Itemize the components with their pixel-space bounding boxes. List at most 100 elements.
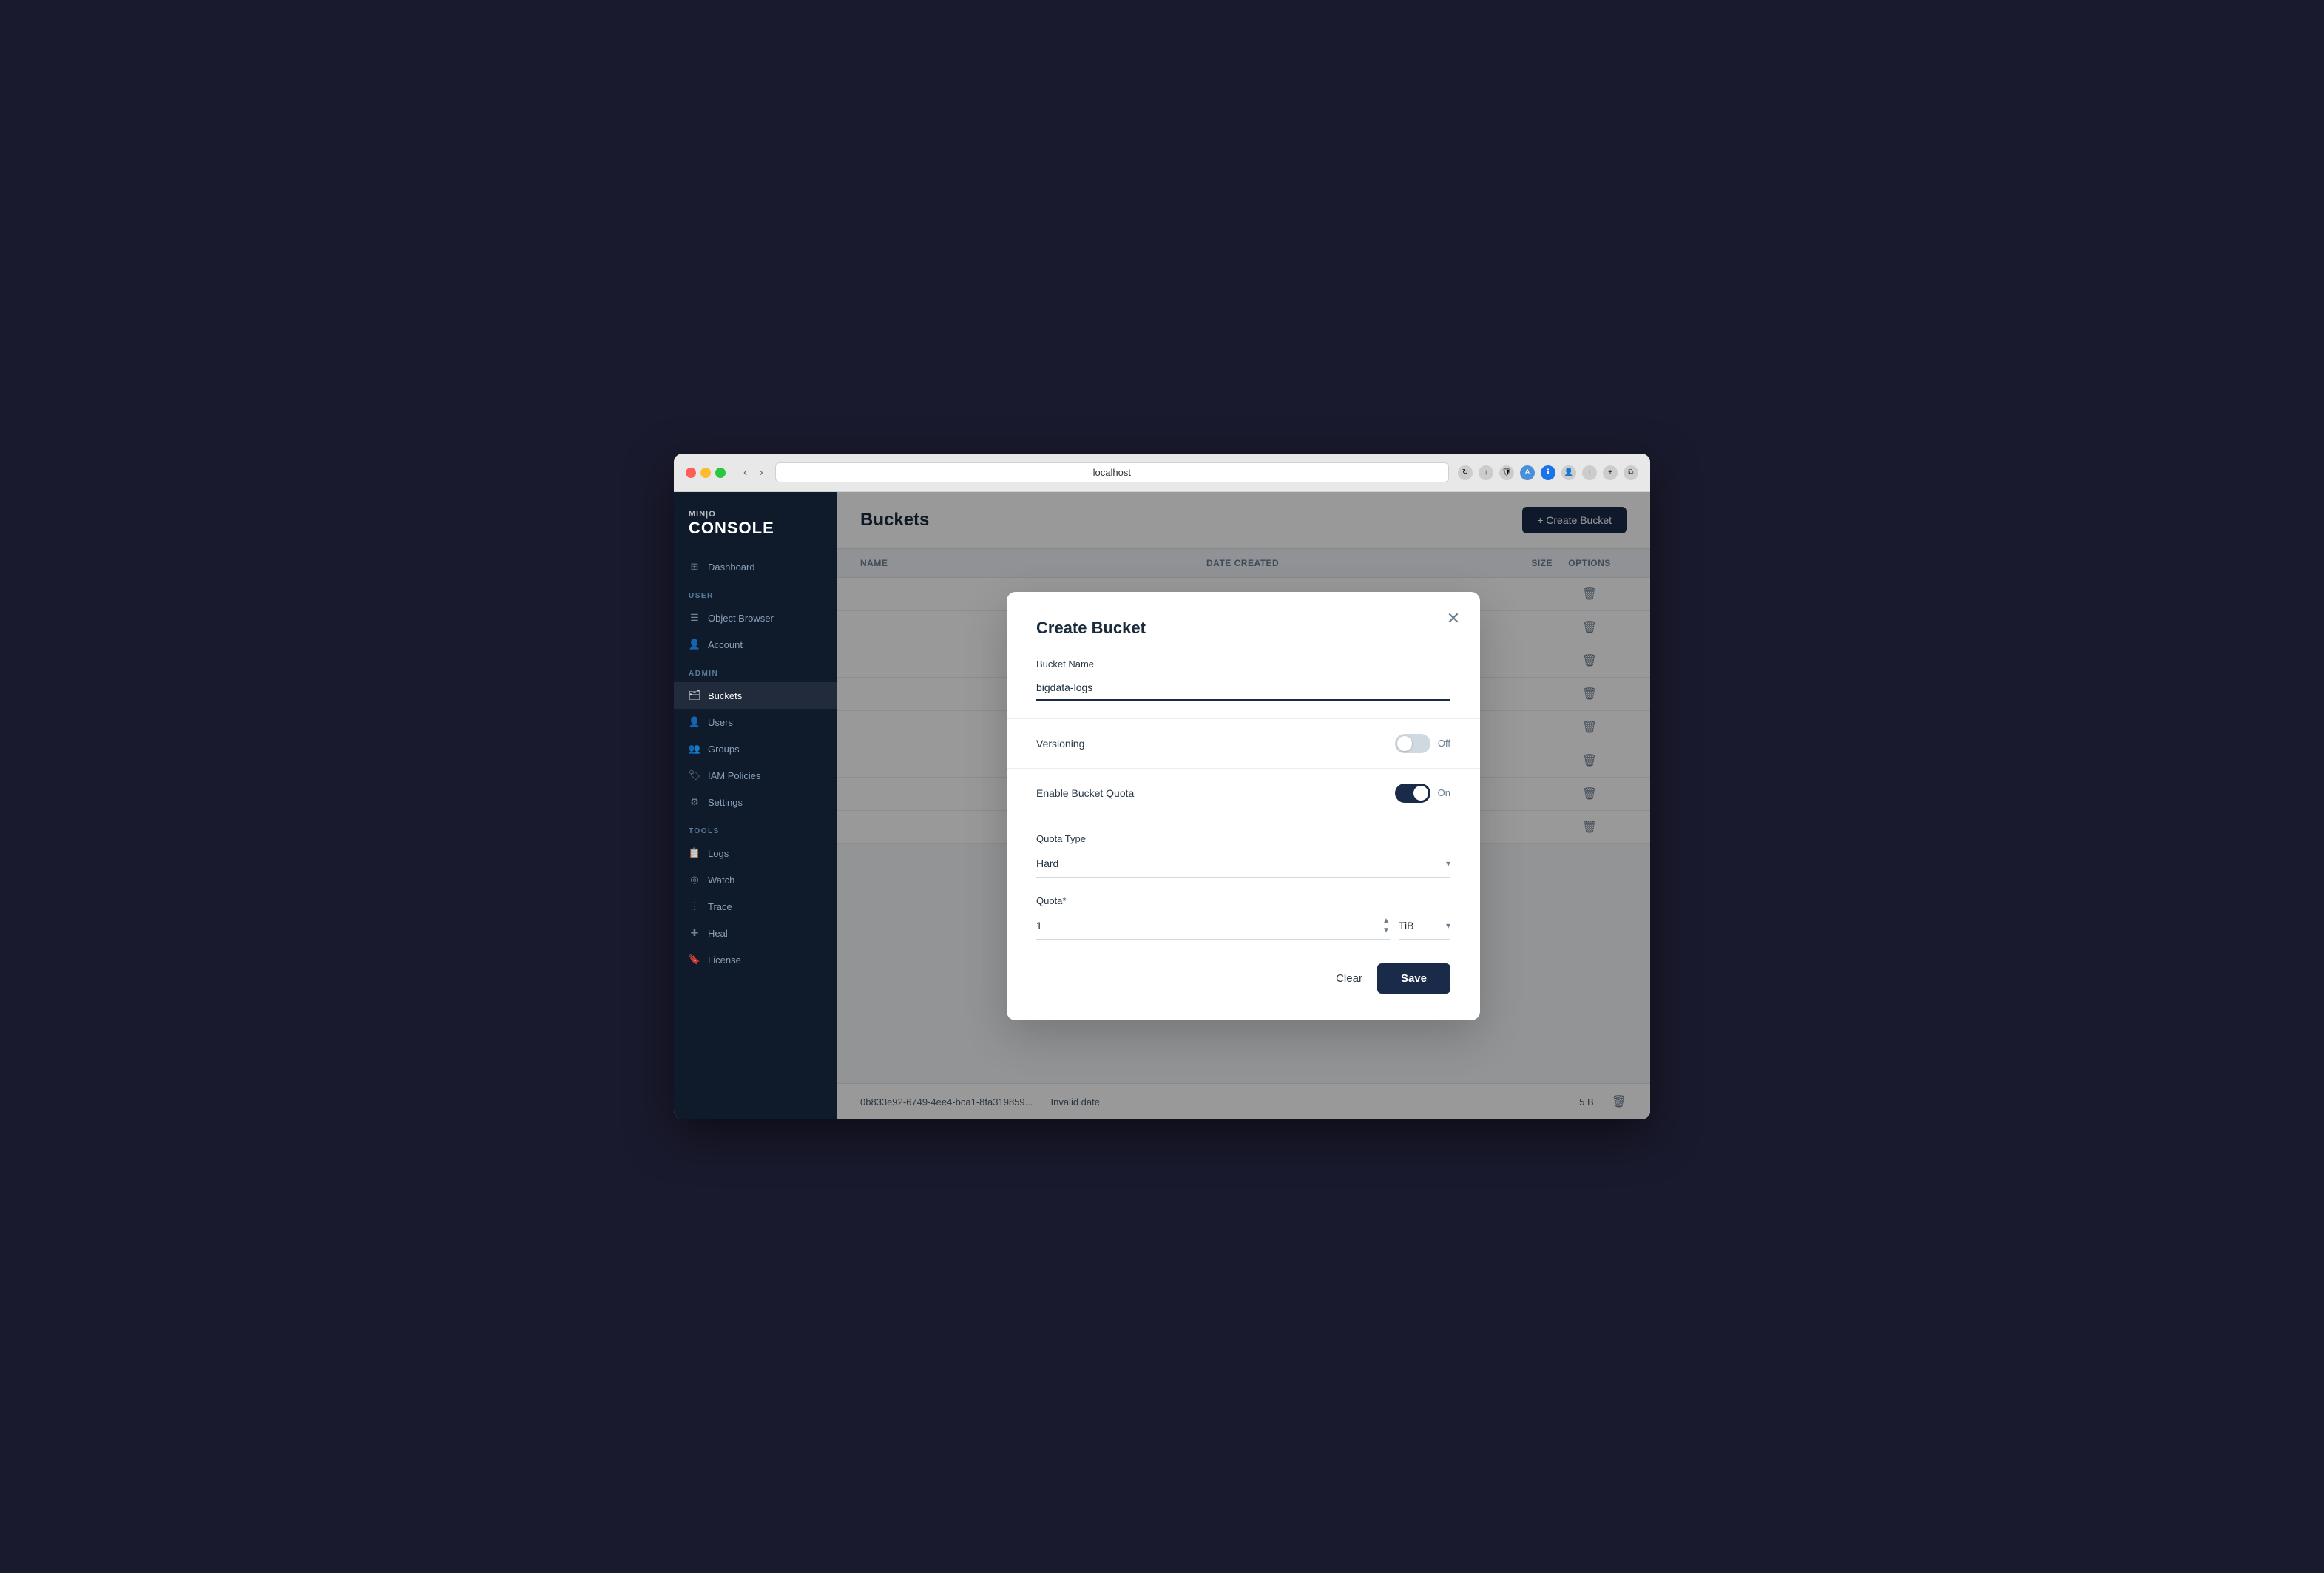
bucket-name-label: Bucket Name [1036,658,1450,670]
enable-quota-toggle-right: On [1395,784,1450,803]
sidebar-item-label: Dashboard [708,562,755,573]
address-text: localhost [1093,467,1131,478]
quota-input-wrapper: ▲ ▼ [1036,912,1390,940]
quota-row: ▲ ▼ TiB GiB MiB KiB [1036,912,1450,940]
users-icon: 👤 [689,716,700,728]
user-icon[interactable]: 👤 [1561,465,1576,480]
minimize-traffic-light[interactable] [700,468,711,478]
sidebar-item-account[interactable]: 👤 Account [674,631,837,658]
heal-icon: ✚ [689,927,700,939]
bucket-name-section: Bucket Name [1036,658,1450,701]
browser-icons: ↻ ↓ 🛡 A ℹ 👤 ↑ + ⧉ [1458,465,1638,480]
sidebar-item-buckets[interactable]: 🗂 Buckets [674,682,837,709]
modal-actions: Clear Save [1036,963,1450,994]
profile-icon[interactable]: A [1520,465,1535,480]
sidebar-item-label: Logs [708,848,729,859]
clear-button[interactable]: Clear [1336,972,1362,985]
section-label-tools: TOOLS [674,815,837,840]
watch-icon: ◎ [689,874,700,886]
enable-quota-label: Enable Bucket Quota [1036,787,1134,799]
versioning-toggle-knob [1397,736,1412,751]
logs-icon: 📋 [689,847,700,859]
tabs-icon[interactable]: ⧉ [1624,465,1638,480]
enable-quota-toggle[interactable] [1395,784,1430,803]
new-tab-icon[interactable]: + [1603,465,1618,480]
quota-input[interactable] [1036,912,1390,940]
account-icon: 👤 [689,639,700,650]
create-bucket-modal: ✕ Create Bucket Bucket Name Versioning [1007,592,1480,1020]
sidebar-item-label: Trace [708,901,732,912]
shield-icon[interactable]: 🛡 [1499,465,1514,480]
enable-quota-row: Enable Bucket Quota On [1036,769,1450,818]
enable-quota-toggle-knob [1413,786,1428,801]
sidebar-item-settings[interactable]: ⚙ Settings [674,789,837,815]
versioning-label: Versioning [1036,738,1084,750]
modal-close-button[interactable]: ✕ [1442,607,1465,630]
quota-section: Quota* ▲ ▼ TiB [1036,895,1450,940]
sidebar-item-label: Buckets [708,690,742,701]
address-bar[interactable]: localhost [775,462,1449,482]
sidebar-item-label: Object Browser [708,613,774,624]
sidebar-item-label: Watch [708,875,734,886]
logo-area: MIN|O CONSOLE [674,492,837,553]
buckets-icon: 🗂 [689,690,700,701]
sidebar-item-object-browser[interactable]: ☰ Object Browser [674,604,837,631]
share-icon[interactable]: ↑ [1582,465,1597,480]
sidebar-item-groups[interactable]: 👥 Groups [674,735,837,762]
save-button[interactable]: Save [1377,963,1450,994]
logo-large: CONSOLE [689,519,822,538]
sidebar-item-label: Heal [708,928,728,939]
quota-type-select[interactable]: Hard Fifo [1036,850,1450,878]
enable-quota-status: On [1438,787,1450,798]
sidebar-item-users[interactable]: 👤 Users [674,709,837,735]
iam-icon: 🏷 [689,769,700,781]
info-icon[interactable]: ℹ [1541,465,1555,480]
versioning-row: Versioning Off [1036,719,1450,768]
sidebar-item-license[interactable]: 🔖 License [674,946,837,973]
close-icon: ✕ [1447,609,1460,628]
logo-small: MIN|O [689,510,822,519]
trace-icon: ⋮ [689,900,700,912]
sidebar-item-label: Users [708,717,733,728]
groups-icon: 👥 [689,743,700,755]
sidebar-item-heal[interactable]: ✚ Heal [674,920,837,946]
quota-label: Quota* [1036,895,1450,906]
maximize-traffic-light[interactable] [715,468,726,478]
back-button[interactable]: ‹ [740,465,750,481]
quota-stepper-icon[interactable]: ▲ ▼ [1382,917,1390,934]
quota-type-select-wrapper: Hard Fifo ▾ [1036,850,1450,878]
browser-window: ‹ › localhost ↻ ↓ 🛡 A ℹ 👤 ↑ + ⧉ MIN|O CO… [674,454,1650,1119]
browser-nav: ‹ › [740,465,766,481]
sidebar-item-logs[interactable]: 📋 Logs [674,840,837,866]
app-layout: MIN|O CONSOLE ⊞ Dashboard USER ☰ Object … [674,492,1650,1119]
reload-icon[interactable]: ↻ [1458,465,1473,480]
versioning-toggle-right: Off [1395,734,1450,753]
quota-unit-select[interactable]: TiB GiB MiB KiB [1399,912,1450,940]
sidebar-item-dashboard[interactable]: ⊞ Dashboard [674,553,837,580]
object-browser-icon: ☰ [689,612,700,624]
quota-unit-wrapper: TiB GiB MiB KiB ▾ [1399,912,1450,940]
sidebar: MIN|O CONSOLE ⊞ Dashboard USER ☰ Object … [674,492,837,1119]
versioning-toggle[interactable] [1395,734,1430,753]
settings-icon: ⚙ [689,796,700,808]
sidebar-item-iam-policies[interactable]: 🏷 IAM Policies [674,762,837,789]
bucket-name-input[interactable] [1036,676,1450,701]
section-label-user: USER [674,580,837,604]
quota-type-label: Quota Type [1036,833,1450,844]
browser-chrome: ‹ › localhost ↻ ↓ 🛡 A ℹ 👤 ↑ + ⧉ [674,454,1650,492]
dashboard-icon: ⊞ [689,561,700,573]
sidebar-item-label: Settings [708,797,743,808]
versioning-status: Off [1438,738,1450,749]
sidebar-item-label: License [708,954,741,966]
sidebar-item-watch[interactable]: ◎ Watch [674,866,837,893]
main-content: Buckets + Create Bucket Name Date Create… [837,492,1650,1119]
download-icon[interactable]: ↓ [1479,465,1493,480]
sidebar-item-label: IAM Policies [708,770,761,781]
section-label-admin: ADMIN [674,658,837,682]
sidebar-item-trace[interactable]: ⋮ Trace [674,893,837,920]
modal-overlay[interactable]: ✕ Create Bucket Bucket Name Versioning [837,492,1650,1119]
forward-button[interactable]: › [756,465,766,481]
close-traffic-light[interactable] [686,468,696,478]
license-icon: 🔖 [689,954,700,966]
modal-title: Create Bucket [1036,619,1450,638]
